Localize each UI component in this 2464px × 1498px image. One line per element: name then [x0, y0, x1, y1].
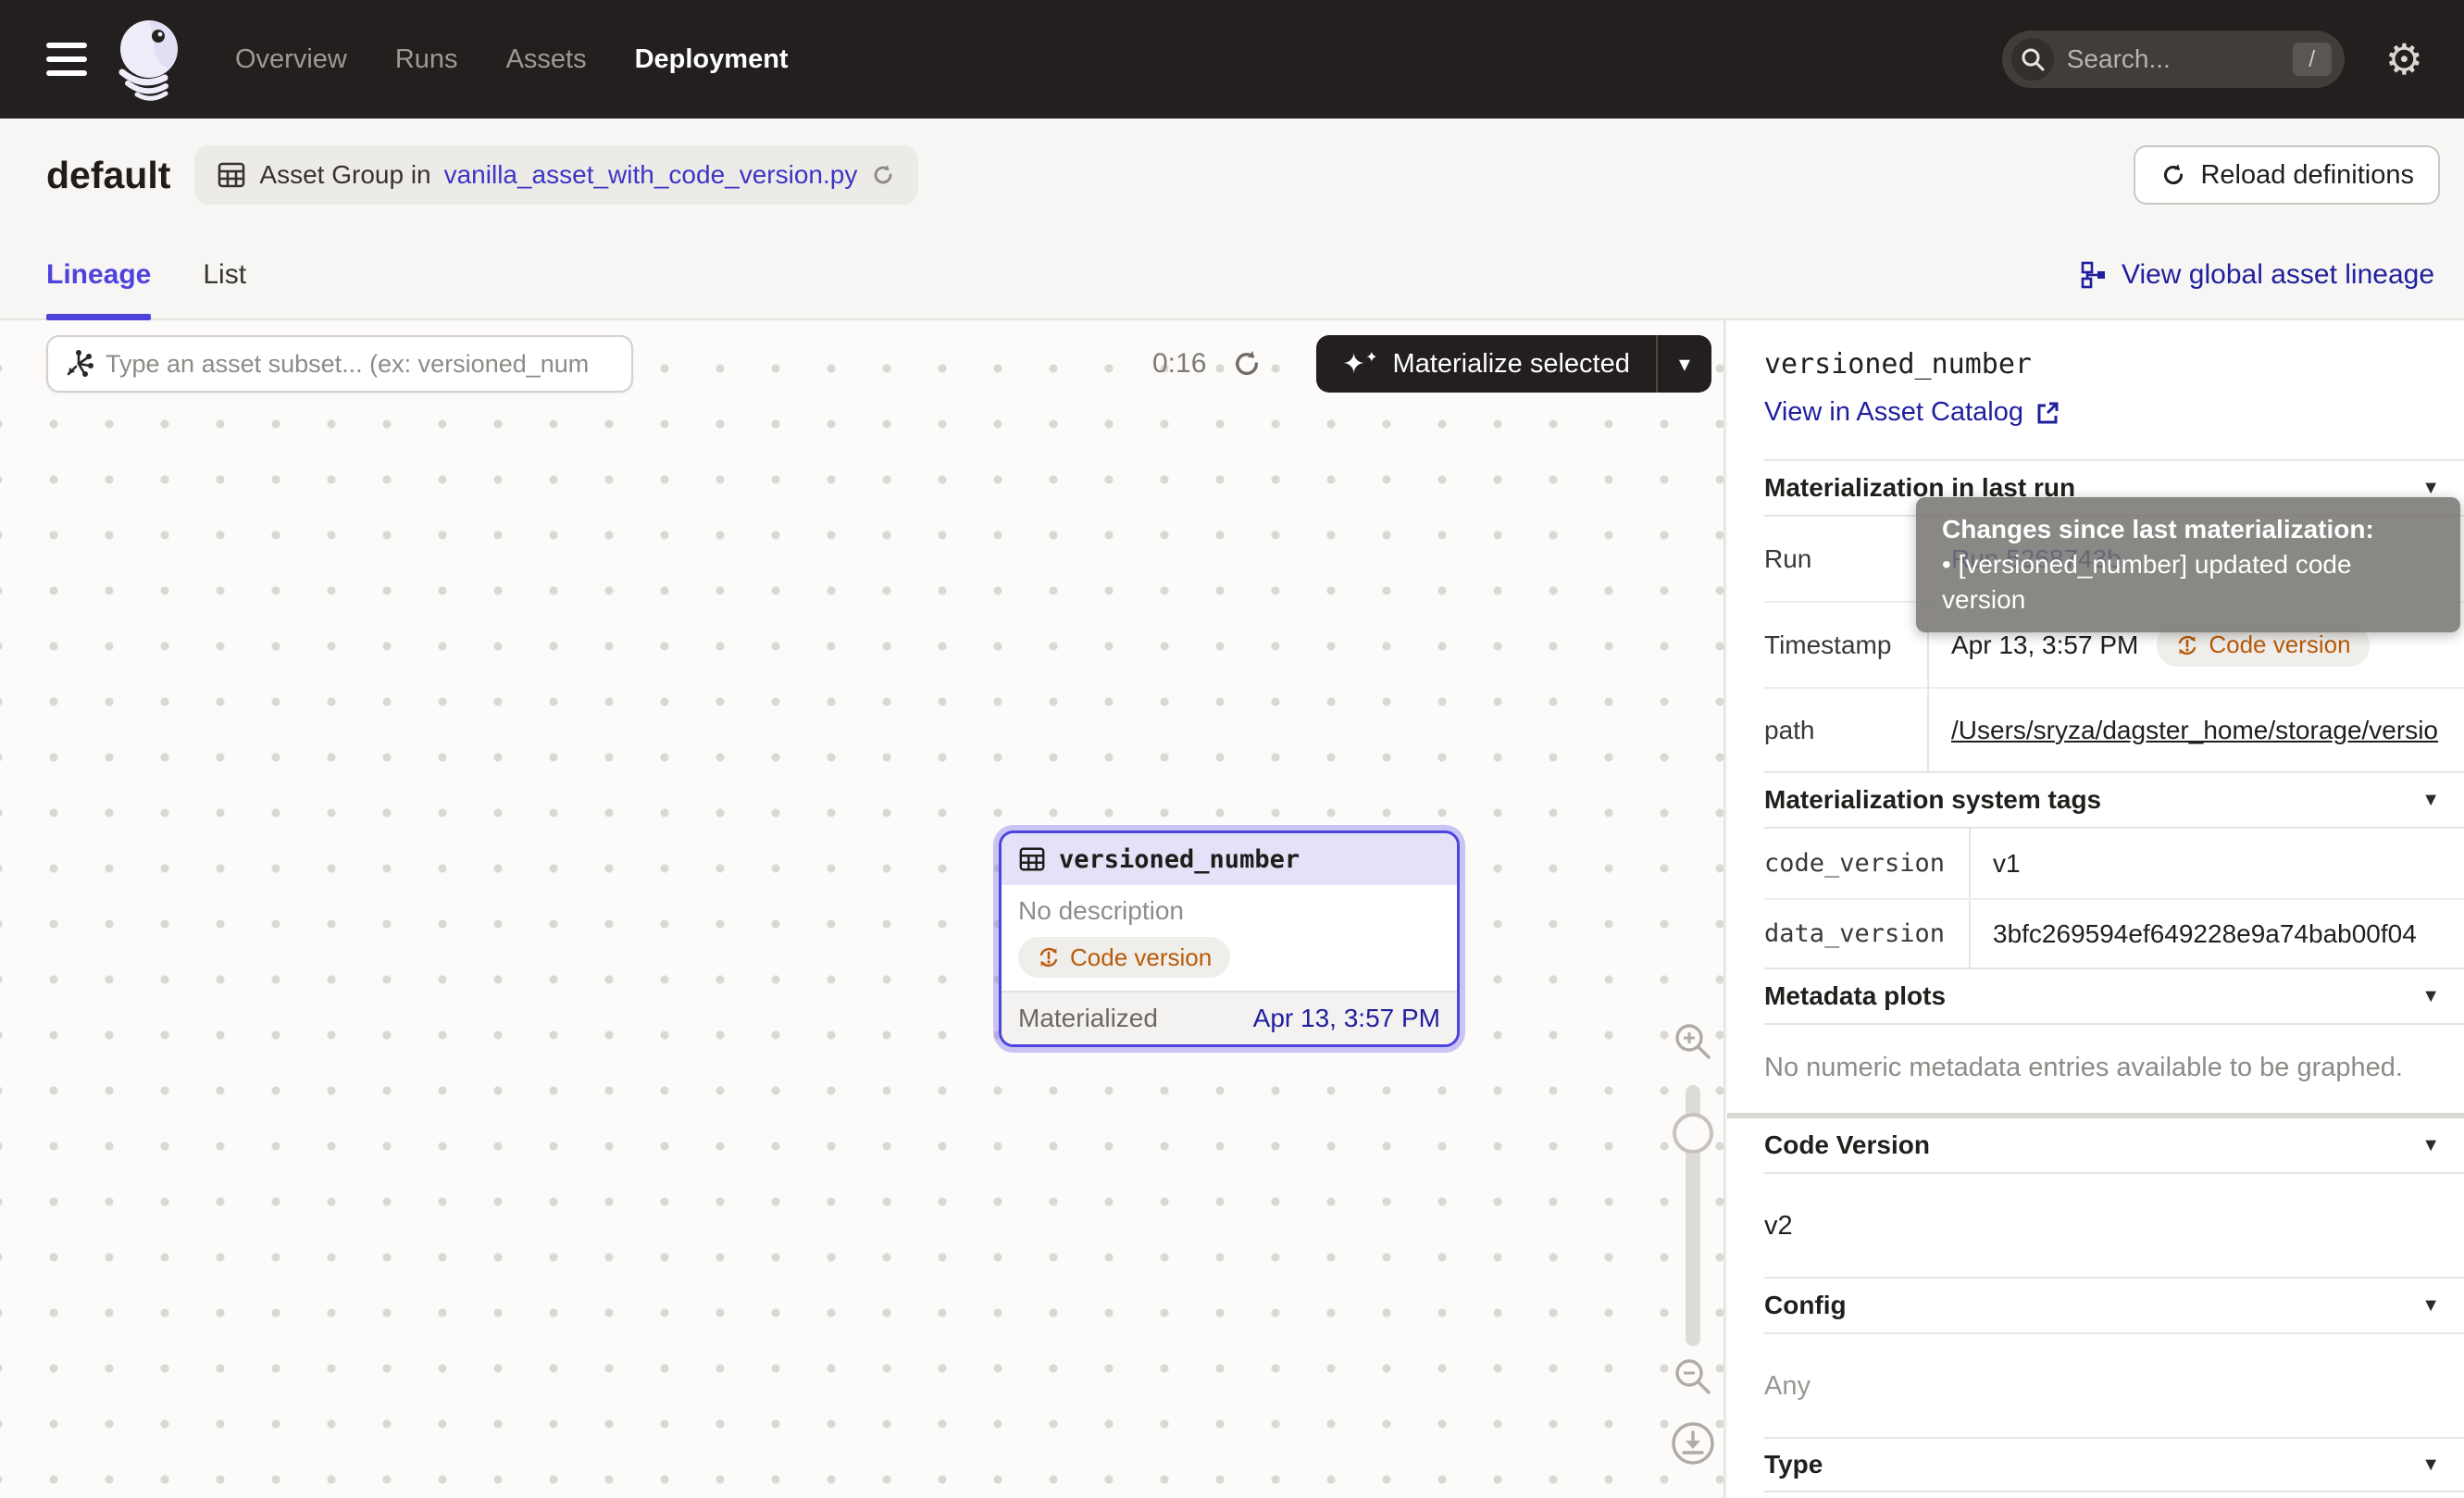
- asset-node-name: versioned_number: [1059, 845, 1300, 874]
- asset-node-body: No description Code version: [1002, 885, 1457, 991]
- top-navigation-bar: Overview Runs Assets Deployment Search..…: [0, 0, 2464, 119]
- dagster-logo-icon[interactable]: [109, 15, 183, 104]
- refresh-location-icon[interactable]: [870, 162, 896, 188]
- section-system-tags[interactable]: Materialization system tags ▼: [1764, 773, 2464, 827]
- nav-runs[interactable]: Runs: [395, 44, 458, 75]
- code-version-badge-label: Code version: [2209, 630, 2350, 659]
- code-location-link[interactable]: vanilla_asset_with_code_version.py: [444, 160, 858, 190]
- storage-path-link[interactable]: /Users/sryza/dagster_home/storage/versio: [1951, 716, 2438, 745]
- catalog-link-label: View in Asset Catalog: [1764, 397, 2023, 428]
- row-label: Timestamp: [1764, 603, 1927, 687]
- asset-subset-filter[interactable]: [46, 335, 633, 393]
- code-version-badge-label: Code version: [1070, 943, 1212, 972]
- tooltip-change-item: • [versioned_number] updated code versio…: [1942, 547, 2434, 618]
- section-config[interactable]: Config ▼: [1764, 1279, 2464, 1332]
- row-code-version: code_version v1: [1764, 827, 2464, 898]
- materialized-timestamp-link[interactable]: Apr 13, 3:57 PM: [1253, 1004, 1440, 1033]
- section-heading: Type: [1764, 1450, 1823, 1479]
- config-value: Any: [1764, 1332, 2464, 1439]
- chevron-down-icon[interactable]: ▼: [2421, 986, 2440, 1007]
- asset-node-footer: Materialized Apr 13, 3:57 PM: [1002, 991, 1457, 1044]
- asset-node-header: versioned_number: [1002, 833, 1457, 885]
- row-data-version: data_version 3bfc269594ef649228e9a74bab0…: [1764, 898, 2464, 969]
- asset-group-table-icon: [217, 160, 246, 190]
- code-version-current-value: v2: [1764, 1172, 2464, 1279]
- tab-list[interactable]: List: [203, 231, 246, 318]
- materialize-selected-button[interactable]: ✦✦ Materialize selected ▾: [1316, 335, 1711, 393]
- asset-node-description: No description: [1018, 896, 1440, 926]
- code-version-sync-icon: [1037, 945, 1061, 969]
- asset-table-icon: [1018, 845, 1046, 873]
- asset-lineage-canvas[interactable]: 0:16 ✦✦ Materialize selected ▾ versioned…: [0, 320, 1725, 1498]
- search-icon: [2011, 38, 2054, 81]
- chevron-down-icon[interactable]: ▼: [2421, 1135, 2440, 1156]
- row-label: Run: [1764, 517, 1927, 601]
- section-heading: Config: [1764, 1291, 1847, 1320]
- hamburger-menu-icon[interactable]: [46, 43, 87, 76]
- materialized-status-label: Materialized: [1018, 1004, 1158, 1033]
- refresh-now-icon[interactable]: [1230, 347, 1263, 381]
- global-lineage-label: View global asset lineage: [2122, 259, 2434, 291]
- view-tabs-row: Lineage List View global asset lineage: [0, 231, 2464, 320]
- zoom-slider-handle[interactable]: [1673, 1113, 1713, 1154]
- row-path: path /Users/sryza/dagster_home/storage/v…: [1764, 687, 2464, 773]
- nav-assets[interactable]: Assets: [506, 44, 587, 75]
- reload-definitions-label: Reload definitions: [2200, 160, 2414, 191]
- lineage-graph-icon: [2079, 260, 2109, 290]
- data-version-value: 3bfc269594ef649228e9a74bab00f04: [1969, 900, 2464, 967]
- download-image-icon[interactable]: [1670, 1420, 1716, 1467]
- external-link-icon: [2035, 400, 2060, 426]
- refresh-timer: 0:16: [1152, 335, 1263, 393]
- code-version-sync-icon: [2175, 633, 2199, 657]
- chevron-down-icon[interactable]: ▼: [2421, 790, 2440, 811]
- nav-overview[interactable]: Overview: [235, 44, 347, 75]
- page-title: default: [46, 154, 170, 197]
- materialize-selected-label: Materialize selected: [1393, 349, 1630, 380]
- code-version-changed-badge[interactable]: Code version: [1018, 937, 1230, 978]
- metadata-plots-empty-text: No numeric metadata entries available to…: [1764, 1023, 2464, 1113]
- nav-deployment[interactable]: Deployment: [635, 44, 789, 75]
- timer-countdown: 0:16: [1152, 348, 1206, 380]
- row-label: code_version: [1764, 829, 1969, 898]
- timestamp-value: Apr 13, 3:57 PM: [1951, 630, 2138, 660]
- section-heading: Metadata plots: [1764, 981, 1946, 1011]
- zoom-in-icon[interactable]: [1672, 1020, 1714, 1063]
- search-shortcut-badge: /: [2293, 43, 2332, 76]
- row-label: data_version: [1764, 900, 1969, 967]
- zoom-controls: [1662, 320, 1724, 1498]
- tab-lineage[interactable]: Lineage: [46, 231, 151, 318]
- view-in-asset-catalog-link[interactable]: View in Asset Catalog: [1764, 397, 2464, 428]
- row-label: path: [1764, 689, 1927, 771]
- panel-asset-name: versioned_number: [1764, 348, 2464, 381]
- chevron-down-icon[interactable]: ▼: [2421, 1454, 2440, 1476]
- reload-icon: [2159, 161, 2187, 189]
- section-heading: Materialization system tags: [1764, 785, 2101, 815]
- view-global-asset-lineage-link[interactable]: View global asset lineage: [2079, 259, 2434, 291]
- page-header: default Asset Group in vanilla_asset_wit…: [0, 119, 2464, 231]
- asset-subset-input[interactable]: [106, 350, 616, 379]
- global-search-input[interactable]: Search... /: [2002, 31, 2345, 88]
- reload-definitions-button[interactable]: Reload definitions: [2134, 145, 2440, 205]
- asset-group-prefix: Asset Group in: [259, 160, 430, 190]
- asset-group-breadcrumb: Asset Group in vanilla_asset_with_code_v…: [194, 145, 918, 205]
- tooltip-title: Changes since last materialization:: [1942, 512, 2434, 547]
- chevron-down-icon[interactable]: ▼: [2421, 1295, 2440, 1317]
- sparkle-icon: ✦✦: [1342, 348, 1378, 381]
- section-heading: Code Version: [1764, 1130, 1930, 1160]
- section-type[interactable]: Type ▼: [1764, 1439, 2464, 1492]
- chevron-down-icon[interactable]: ▼: [2421, 478, 2440, 499]
- changes-since-materialization-tooltip: Changes since last materialization: • [v…: [1916, 497, 2460, 632]
- primary-nav: Overview Runs Assets Deployment: [235, 44, 789, 75]
- zoom-out-icon[interactable]: [1672, 1355, 1714, 1398]
- section-metadata-plots[interactable]: Metadata plots ▼: [1764, 969, 2464, 1023]
- op-selector-icon: [63, 348, 94, 380]
- code-version-value: v1: [1969, 829, 2464, 898]
- settings-gear-icon[interactable]: ⚙: [2385, 38, 2423, 81]
- asset-node-versioned-number[interactable]: versioned_number No description Code ver…: [999, 830, 1460, 1047]
- section-code-version[interactable]: Code Version ▼: [1764, 1118, 2464, 1172]
- search-placeholder: Search...: [2067, 44, 2293, 74]
